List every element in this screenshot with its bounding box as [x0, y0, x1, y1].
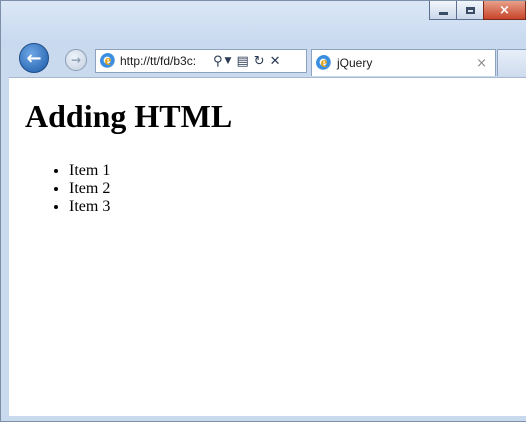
forward-button[interactable]: → — [65, 49, 87, 71]
ie-icon: e — [100, 53, 116, 69]
minimize-button[interactable] — [429, 1, 457, 20]
forward-arrow-icon: → — [70, 53, 82, 67]
tab-close-icon[interactable]: × — [476, 56, 487, 71]
list-item: Item 2 — [69, 180, 110, 198]
title-bar: × — [1, 1, 526, 45]
tab-ie-icon: e — [316, 55, 332, 71]
back-arrow-icon: ← — [26, 47, 42, 69]
back-button[interactable]: ← — [19, 43, 49, 73]
page-heading: Adding HTML — [25, 98, 233, 134]
minimize-icon — [438, 11, 448, 15]
browser-window: × ← → e http://tt/fd/b3c: ⚲ ▼ ▤ ↻ ✕ e jQ… — [0, 0, 526, 422]
navigation-bar: ← → e http://tt/fd/b3c: ⚲ ▼ ▤ ↻ ✕ e jQue… — [1, 43, 526, 77]
stop-icon[interactable]: ✕ — [270, 55, 281, 68]
tab-jquery[interactable]: e jQuery × — [311, 49, 496, 76]
refresh-icon[interactable]: ↻ — [254, 55, 265, 68]
maximize-button[interactable] — [456, 1, 484, 20]
list-item: Item 3 — [69, 198, 110, 216]
item-list: Item 1 Item 2 Item 3 — [25, 162, 110, 216]
tab-title: jQuery — [337, 56, 373, 70]
address-bar[interactable]: e http://tt/fd/b3c: ⚲ ▼ ▤ ↻ ✕ — [95, 49, 307, 73]
list-item: Item 1 — [69, 162, 110, 180]
page-content: Adding HTML Item 1 Item 2 Item 3 — [9, 77, 526, 416]
window-controls: × — [429, 1, 526, 21]
close-window-button[interactable]: × — [483, 1, 526, 20]
close-icon: × — [499, 2, 510, 18]
new-tab-button[interactable] — [497, 49, 526, 76]
search-icon[interactable]: ⚲ — [213, 55, 223, 68]
maximize-icon — [465, 6, 475, 14]
url-text[interactable]: http://tt/fd/b3c: — [120, 54, 208, 68]
dropdown-icon[interactable]: ▼ — [225, 56, 232, 66]
compatibility-icon[interactable]: ▤ — [236, 55, 248, 68]
